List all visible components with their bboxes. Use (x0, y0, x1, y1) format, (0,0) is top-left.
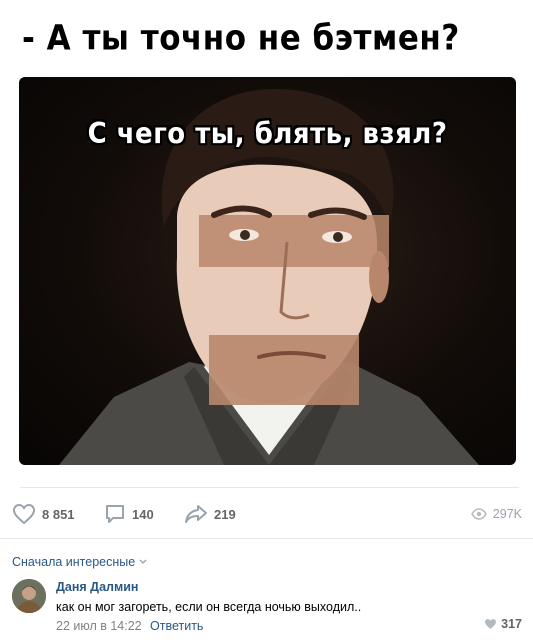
reply-link[interactable]: Ответить (150, 619, 203, 633)
post-photo[interactable]: С чего ты, блять, взял? (19, 77, 516, 465)
share-icon (185, 505, 207, 523)
post-title: - А ты точно не бэтмен? (22, 18, 460, 59)
comment-author-name[interactable]: Даня Далмин (56, 580, 138, 594)
chevron-down-icon (139, 559, 147, 564)
comment-icon (106, 505, 124, 523)
comment-like-button[interactable]: 317 (484, 617, 522, 631)
post-actions-bar: 8 851 140 219 297K (0, 500, 533, 528)
views-counter: 297K (470, 500, 522, 528)
comment-button[interactable]: 140 (104, 500, 154, 528)
comment-text: как он мог загореть, если он всегда ночь… (56, 600, 362, 614)
divider (20, 487, 519, 488)
like-button[interactable]: 8 851 (12, 500, 75, 528)
comment-sort-dropdown[interactable]: Сначала интересные (12, 555, 147, 569)
share-button[interactable]: 219 (184, 500, 236, 528)
views-count: 297K (492, 507, 522, 521)
comments-count: 140 (132, 506, 154, 522)
image-caption: С чего ты, блять, взял? (87, 117, 448, 151)
shares-count: 219 (214, 506, 236, 522)
likes-count: 8 851 (42, 506, 75, 522)
small-heart-icon (485, 619, 497, 629)
comment-date[interactable]: 22 июл в 14:22 (56, 619, 142, 633)
comment-author-avatar[interactable] (12, 579, 46, 613)
heart-icon (12, 503, 36, 525)
avatar-image (12, 579, 46, 613)
eye-icon (470, 508, 487, 520)
divider (0, 538, 533, 539)
comment-likes-count: 317 (501, 617, 522, 631)
sort-label: Сначала интересные (12, 555, 136, 569)
